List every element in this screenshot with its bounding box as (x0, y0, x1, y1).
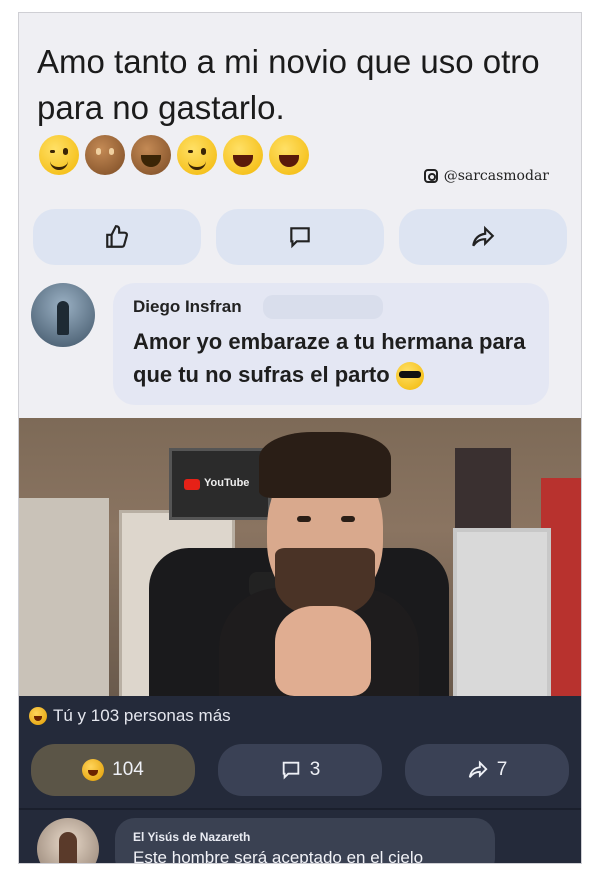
see-no-evil-monkey-icon (85, 135, 125, 175)
youtube-logo-icon (184, 479, 200, 490)
post-actions-dark: 104 3 7 (31, 744, 569, 796)
post-actions-light (33, 209, 567, 265)
comment-diego: Diego Insfran Amor yo embaraze a tu herm… (27, 281, 573, 411)
laughing-tears-emoji-icon (269, 135, 309, 175)
haha-reaction-icon (82, 759, 105, 781)
person-hand (275, 606, 371, 696)
divider (19, 808, 581, 810)
person-hair (259, 432, 391, 498)
eye (297, 516, 311, 522)
share-icon (468, 760, 488, 778)
blurred-name (263, 295, 383, 319)
share-icon (472, 225, 495, 247)
comment-icon (282, 761, 299, 780)
comment-icon (290, 227, 310, 249)
hiding-face-icon (131, 135, 171, 175)
comment-bubble: Diego Insfran Amor yo embaraze a tu herm… (113, 283, 549, 405)
shelf (19, 498, 109, 696)
eye (341, 516, 355, 522)
emoji-row (39, 135, 309, 175)
wall-plaque (455, 448, 511, 528)
comment-bubble: El Yisús de Nazareth Este hombre será ac… (115, 818, 495, 864)
laughing-emoji-icon (223, 135, 263, 175)
comment-count-button[interactable]: 3 (218, 744, 382, 796)
share-count: 7 (496, 759, 508, 780)
thumbs-up-icon (106, 225, 128, 248)
avatar[interactable] (37, 818, 99, 863)
like-button[interactable] (33, 209, 201, 265)
plaque-text: YouTube (204, 477, 250, 489)
comment-author[interactable]: Diego Insfran (133, 297, 242, 317)
sunglasses-emoji-icon (395, 362, 424, 391)
haha-reaction-icon (29, 707, 47, 725)
instagram-watermark: @sarcasmodar (423, 168, 549, 184)
reactions-summary[interactable]: Tú y 103 personas más (29, 706, 231, 726)
comment-text: Amor yo embaraze a tu hermana para que t… (133, 329, 526, 387)
comment-count: 3 (309, 759, 321, 780)
comment-text: Este hombre será aceptado en el cielo (133, 848, 424, 864)
share-button[interactable] (399, 209, 567, 265)
post-card-light: Amo tanto a mi novio que uso otro para n… (19, 13, 581, 418)
post-photo: YouTube (19, 418, 581, 696)
meme-screenshot: Amo tanto a mi novio que uso otro para n… (18, 12, 582, 864)
youtube-plaque: YouTube (169, 448, 271, 520)
comment-author[interactable]: El Yisús de Nazareth (133, 830, 250, 844)
comment-button[interactable] (216, 209, 384, 265)
avatar[interactable] (31, 283, 95, 347)
comment-text-wrapper: Amor yo embaraze a tu hermana para que t… (133, 325, 543, 391)
post-footer-dark: Tú y 103 personas más 104 3 7 El Yisús d… (19, 696, 581, 863)
reaction-count: 104 (112, 759, 144, 780)
shelf (453, 528, 551, 696)
share-count-button[interactable]: 7 (405, 744, 569, 796)
watermark-handle: @sarcasmodar (443, 168, 549, 184)
wink-emoji-icon (39, 135, 79, 175)
wink-emoji-icon (177, 135, 217, 175)
post-text: Amo tanto a mi novio que uso otro para n… (37, 43, 540, 126)
reactions-summary-text: Tú y 103 personas más (53, 706, 231, 725)
instagram-icon (423, 169, 438, 183)
reaction-button[interactable]: 104 (31, 744, 195, 796)
